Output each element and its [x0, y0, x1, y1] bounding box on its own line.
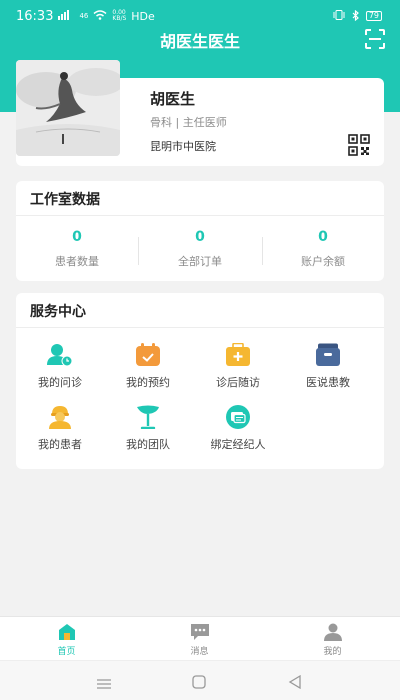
- agent-card-icon: [225, 405, 251, 429]
- service-my-consultation[interactable]: 我的问诊: [14, 343, 106, 390]
- service-section-title: 服务中心: [30, 304, 86, 320]
- profile-icon: [323, 623, 343, 641]
- calendar-icon: [135, 343, 161, 367]
- consultation-icon: [47, 343, 73, 367]
- stat-value: 0: [318, 229, 328, 245]
- network-speed: 0.00 KB/S: [112, 9, 127, 22]
- service-my-patients[interactable]: 我的患者: [14, 405, 106, 452]
- stat-label: 全部订单: [178, 255, 222, 268]
- stat-label: 账户余额: [301, 255, 345, 268]
- bluetooth-icon: [352, 9, 360, 23]
- avatar[interactable]: [16, 60, 120, 156]
- service-patient-education[interactable]: 医说患教: [282, 343, 374, 390]
- signal-type: 46: [79, 11, 89, 20]
- doctor-title: 骨科 | 主任医师: [150, 114, 227, 130]
- home-button-icon[interactable]: [192, 674, 206, 693]
- team-flag-icon: [135, 405, 161, 430]
- service-label: 诊后随访: [216, 376, 260, 389]
- doctor-department: 骨科: [150, 116, 172, 129]
- stat-value: 0: [195, 229, 205, 245]
- service-my-appointment[interactable]: 我的预约: [102, 343, 194, 390]
- message-icon: [190, 623, 210, 641]
- tab-profile[interactable]: 我的: [266, 623, 399, 657]
- studio-data-card: 工作室数据 0 患者数量 0 全部订单 0 账户余额: [16, 181, 384, 281]
- page-title: 胡医生医生: [159, 32, 240, 51]
- stat-all-orders[interactable]: 0 全部订单: [139, 229, 261, 269]
- hd-label: HDe: [131, 9, 155, 23]
- vibrate-icon: [332, 10, 346, 22]
- service-center-card: 服务中心 我的问诊 我的预约 诊后随访 医说患教 我的患者 我的团队 绑定经纪人: [16, 293, 384, 469]
- medical-kit-icon: [225, 342, 251, 367]
- doctor-hospital: 昆明市中医院: [150, 140, 216, 153]
- stat-label: 患者数量: [55, 255, 99, 268]
- divider: [16, 327, 384, 328]
- menu-icon[interactable]: [96, 675, 112, 694]
- service-bind-agent[interactable]: 绑定经纪人: [192, 405, 284, 452]
- bottom-tab-bar: 首页 消息 我的: [0, 616, 400, 660]
- stat-account-balance[interactable]: 0 账户余额: [262, 229, 384, 269]
- service-label: 我的患者: [38, 438, 82, 451]
- tab-label: 首页: [57, 647, 76, 657]
- inbox-icon: [315, 343, 341, 367]
- home-icon: [57, 623, 77, 641]
- back-icon[interactable]: [288, 674, 302, 693]
- doctor-name: 胡医生: [150, 90, 196, 108]
- tab-label: 我的: [323, 647, 342, 657]
- battery-indicator: 79: [365, 11, 382, 21]
- service-label: 医说患教: [306, 376, 350, 389]
- stat-value: 0: [72, 229, 82, 245]
- service-label: 我的预约: [126, 376, 170, 389]
- system-navigation-bar: [0, 660, 400, 700]
- divider: [16, 215, 384, 216]
- service-label: 我的问诊: [38, 376, 82, 389]
- service-label: 我的团队: [126, 438, 170, 451]
- qr-code-icon[interactable]: [348, 134, 370, 156]
- tab-label: 消息: [190, 647, 209, 657]
- service-label: 绑定经纪人: [210, 438, 266, 451]
- service-follow-up[interactable]: 诊后随访: [192, 342, 284, 390]
- wifi-icon: [93, 10, 107, 22]
- patient-icon: [47, 405, 73, 429]
- doctor-position: 主任医师: [182, 116, 227, 129]
- title-separator: |: [175, 116, 180, 129]
- scan-icon[interactable]: [364, 28, 386, 50]
- signal-icon: [58, 10, 74, 22]
- tab-home[interactable]: 首页: [0, 623, 133, 657]
- status-time: 16:33: [16, 8, 54, 24]
- service-my-team[interactable]: 我的团队: [102, 405, 194, 452]
- studio-section-title: 工作室数据: [30, 192, 100, 208]
- tab-messages[interactable]: 消息: [133, 623, 266, 657]
- stat-patient-count[interactable]: 0 患者数量: [16, 229, 138, 269]
